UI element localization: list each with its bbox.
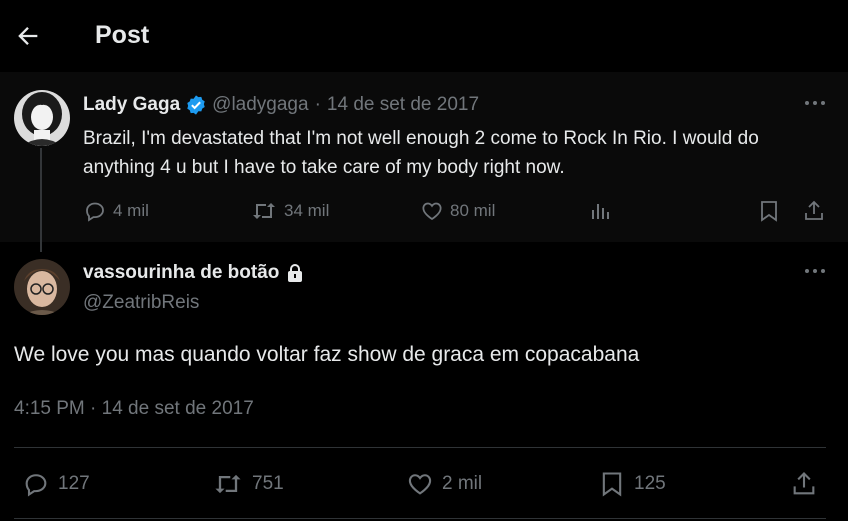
display-name[interactable]: vassourinha de botão [83, 262, 279, 284]
share-button[interactable] [802, 199, 832, 223]
heart-icon [408, 474, 432, 495]
divider [14, 447, 826, 448]
share-button[interactable] [790, 470, 826, 498]
handle[interactable]: @ladygaga [212, 94, 308, 116]
verified-badge-icon [185, 94, 207, 116]
tweet-text: Brazil, I'm devastated that I'm not well… [83, 128, 759, 178]
reply-count: 127 [58, 473, 90, 494]
divider [14, 518, 826, 519]
lock-icon [285, 263, 305, 283]
separator: · [314, 94, 321, 115]
avatar[interactable] [14, 90, 70, 146]
bookmark-count: 125 [634, 473, 666, 494]
handle[interactable]: @ZeatribReis [83, 292, 199, 314]
more-options-icon[interactable] [804, 100, 826, 110]
more-options-icon[interactable] [804, 268, 826, 278]
retweet-button[interactable]: 34 mil [250, 199, 329, 223]
parent-tweet-header: Lady Gaga @ladygaga · 14 de set de 2017 [83, 94, 479, 116]
reply-button[interactable]: 127 [22, 470, 90, 498]
top-bar: Post [0, 0, 848, 72]
like-button[interactable]: 2 mil [406, 470, 482, 498]
analytics-icon [592, 204, 609, 219]
retweet-button[interactable]: 751 [212, 470, 284, 498]
display-name[interactable]: Lady Gaga [83, 94, 180, 116]
retweet-count: 34 mil [284, 201, 330, 220]
bookmark-icon [602, 472, 622, 497]
retweet-count: 751 [252, 473, 284, 494]
bookmark-icon [761, 201, 777, 222]
thread-line [40, 148, 42, 252]
like-button[interactable]: 80 mil [420, 199, 495, 223]
like-count: 80 mil [450, 201, 496, 220]
share-icon [805, 200, 823, 220]
share-icon [793, 472, 815, 495]
heart-icon [422, 202, 442, 221]
reply-count: 4 mil [113, 201, 149, 220]
page-title: Post [95, 21, 150, 49]
avatar[interactable] [14, 259, 70, 315]
reply-icon [25, 474, 47, 497]
reply-icon [86, 202, 104, 222]
reply-author-row: vassourinha de botão [83, 262, 305, 284]
like-count: 2 mil [442, 473, 483, 494]
reply-button[interactable]: 4 mil [83, 199, 149, 223]
tweet-timestamp[interactable]: 4:15 PM · 14 de set de 2017 [14, 398, 254, 420]
tweet-text: We love you mas quando voltar faz show d… [14, 343, 640, 366]
views-button[interactable] [590, 199, 618, 223]
bookmark-button[interactable] [758, 199, 786, 223]
retweet-icon [215, 474, 241, 494]
back-arrow-icon[interactable] [14, 22, 42, 50]
retweet-icon [253, 203, 275, 219]
tweet-date[interactable]: 14 de set de 2017 [327, 94, 479, 116]
bookmark-button[interactable]: 125 [598, 470, 666, 498]
